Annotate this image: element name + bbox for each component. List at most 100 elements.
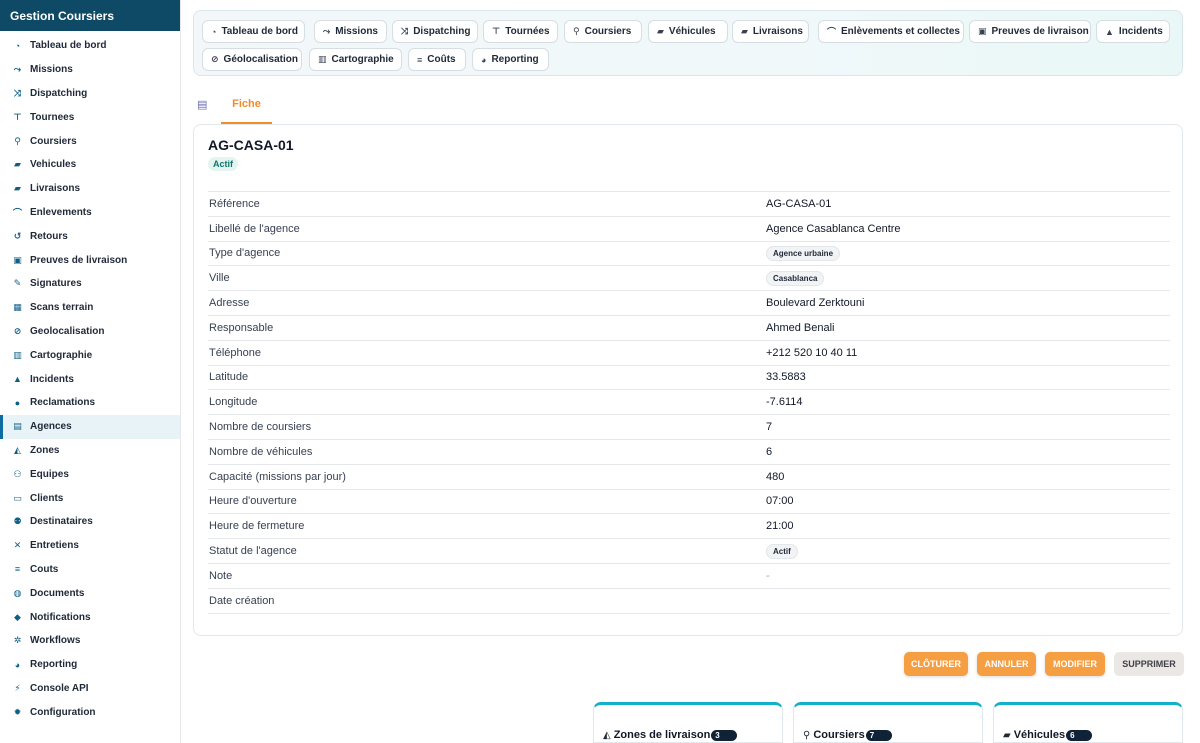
clipboard-check-icon: ▣ (13, 254, 22, 265)
shuffle-icon: ⤨ (401, 26, 409, 36)
sidebar-item-preuves-de-livraison[interactable]: ▣ Preuves de livraison (0, 248, 180, 272)
quick-tab-0[interactable]: ◔ Tableau de bord (202, 20, 305, 43)
sidebar-item-label: Missions (30, 64, 73, 76)
missions-icon: ⤳ (323, 26, 331, 36)
field-row: Statut de l'agence Actif (208, 539, 1170, 564)
sidebar-item-label: Coursiers (30, 135, 77, 147)
quick-tab-13[interactable]: ◕ Reporting (472, 48, 549, 71)
quick-tab-5[interactable]: ▰ Véhicules (648, 20, 728, 43)
close-record-button[interactable]: CLÔTURER (904, 652, 968, 676)
quick-tab-7[interactable]: ⌒ Enlèvements et collectes (818, 20, 964, 43)
field-label: Capacité (missions par jour) (209, 470, 346, 483)
sidebar-item-equipes[interactable]: ⚇ Equipes (0, 462, 180, 486)
status-badge: Actif (208, 157, 238, 171)
sidebar-item-destinataires[interactable]: ⚉ Destinataires (0, 510, 180, 534)
sidebar: Gestion Coursiers ◔ Tableau de bord ⤳ Missi… (0, 0, 181, 743)
sidebar-item-agences[interactable]: ▤ Agences (0, 414, 180, 439)
sidebar-item-label: Configuration (30, 706, 96, 718)
sidebar-item-label: Enlevements (30, 206, 92, 218)
warning-icon: ▲ (1105, 26, 1114, 37)
field-label: Responsable (209, 321, 274, 334)
sidebar-item-incidents[interactable]: ▲ Incidents (0, 367, 180, 391)
sidebar-item-console-api[interactable]: ⚡ Console API (0, 677, 180, 701)
quick-tab-10[interactable]: ⊘ Géolocalisation (202, 48, 302, 71)
field-value: 6 (766, 445, 773, 458)
app-title: Gestion Coursiers (0, 0, 180, 31)
quick-tab-label: Incidents (1118, 26, 1163, 37)
cancel-button[interactable]: ANNULER (977, 652, 1036, 676)
quick-tab-4[interactable]: ⚲ Coursiers (564, 20, 642, 43)
sidebar-item-livraisons[interactable]: ▰ Livraisons (0, 177, 180, 201)
field-row: Nombre de coursiers 7 (208, 415, 1170, 440)
sidebar-item-couts[interactable]: ≡ Couts (0, 558, 180, 582)
delete-button[interactable]: SUPPRIMER (1114, 652, 1184, 676)
pickup-icon: ⌒ (827, 27, 837, 37)
sidebar-item-retours[interactable]: ↺ Retours (0, 224, 180, 248)
sidebar-item-label: Vehicules (30, 159, 77, 171)
sidebar-item-configuration[interactable]: ✹ Configuration (0, 700, 180, 724)
value-pill: Agence urbaine (766, 246, 841, 262)
field-value: 33.5883 (766, 371, 806, 384)
field-row: Référence AG-CASA-01 (208, 192, 1170, 217)
sidebar-item-label: Documents (30, 587, 85, 599)
field-value: - (766, 569, 770, 582)
sidebar-item-label: Cartographie (30, 349, 93, 361)
quick-nav-panel: ◔ Tableau de bord ⤳ Missions ⤨ Dispatching ⊤ To… (193, 10, 1183, 76)
sidebar-item-label: Entretiens (30, 540, 79, 552)
sidebar-item-reclamations[interactable]: ● Reclamations (0, 391, 180, 415)
sidebar-item-documents[interactable]: ◍ Documents (0, 581, 180, 605)
quick-tab-8[interactable]: ▣ Preuves de livraison (969, 20, 1091, 43)
sidebar-item-geolocalisation[interactable]: ⊘ Geolocalisation (0, 320, 180, 344)
sidebar-item-vehicules[interactable]: ▰ Vehicules (0, 153, 180, 177)
sidebar-item-notifications[interactable]: ◆ Notifications (0, 605, 180, 629)
sidebar-item-coursiers[interactable]: ⚲ Coursiers (0, 129, 180, 153)
quick-tab-label: Tableau de bord (221, 26, 298, 37)
field-label: Note (209, 569, 233, 582)
sidebar-item-tableau-de-bord[interactable]: ◔ Tableau de bord (0, 34, 180, 58)
field-label: Type d'agence (209, 247, 281, 260)
quick-tab-label: Tournées (505, 26, 550, 37)
field-row: Libellé de l'agence Agence Casablanca Cen… (208, 217, 1170, 242)
tools-icon: ✕ (13, 540, 22, 551)
building-icon: ▤ (13, 421, 22, 432)
sidebar-item-zones[interactable]: ◭ Zones (0, 439, 180, 463)
field-row: Date création (208, 589, 1170, 614)
sidebar-item-entretiens[interactable]: ✕ Entretiens (0, 534, 180, 558)
sidebar-item-signatures[interactable]: ✎ Signatures (0, 272, 180, 296)
quick-tab-1[interactable]: ⤳ Missions (314, 20, 387, 43)
field-row: Heure d'ouverture 07:00 (208, 490, 1170, 515)
sidebar-item-workflows[interactable]: ✲ Workflows (0, 629, 180, 653)
edit-button[interactable]: MODIFIER (1045, 652, 1105, 676)
field-label: Statut de l'agence (209, 545, 297, 558)
sidebar-item-enlevements[interactable]: ⌒ Enlevements (0, 201, 180, 225)
briefcase-icon: ▭ (13, 492, 22, 503)
sidebar-item-cartographie[interactable]: ▥ Cartographie (0, 343, 180, 367)
quick-tab-11[interactable]: ▥ Cartographie (309, 48, 402, 71)
sidebar-item-clients[interactable]: ▭ Clients (0, 486, 180, 510)
quick-tab-12[interactable]: ≡ Coûts (408, 48, 466, 71)
tab-fiche[interactable]: Fiche (221, 95, 272, 124)
quick-tab-6[interactable]: ▰ Livraisons (732, 20, 809, 43)
quick-tab-3[interactable]: ⊤ Tournées (483, 20, 558, 43)
field-row: Heure de fermeture 21:00 (208, 514, 1170, 540)
sidebar-item-missions[interactable]: ⤳ Missions (0, 58, 180, 82)
sidebar-item-reporting[interactable]: ◕ Reporting (0, 653, 180, 677)
sidebar-item-label: Incidents (30, 373, 74, 385)
sidebar-item-label: Notifications (30, 611, 91, 623)
quick-tab-label: Enlèvements et collectes (841, 26, 960, 37)
map-location-icon: ◭ (603, 729, 611, 741)
sidebar-item-dispatching[interactable]: ⤨ Dispatching (0, 82, 180, 106)
field-row: Longitude -7.6114 (208, 390, 1170, 416)
sidebar-item-tournees[interactable]: ⊤ Tournees (0, 105, 180, 129)
related-card-title: Véhicules (1013, 729, 1066, 741)
related-card-title: Coursiers (813, 729, 865, 741)
sidebar-item-scans-terrain[interactable]: ▦ Scans terrain (0, 296, 180, 320)
quick-tab-label: Preuves de livraison (991, 26, 1089, 37)
quick-tab-9[interactable]: ▲ Incidents (1096, 20, 1170, 43)
field-row: Type d'agence Agence urbaine (208, 242, 1170, 267)
truck-icon: ▰ (14, 159, 21, 170)
field-label: Téléphone (209, 346, 261, 359)
dashboard-icon: ◔ (211, 26, 217, 37)
sidebar-item-label: Reclamations (30, 397, 96, 409)
quick-tab-2[interactable]: ⤨ Dispatching (392, 20, 478, 43)
